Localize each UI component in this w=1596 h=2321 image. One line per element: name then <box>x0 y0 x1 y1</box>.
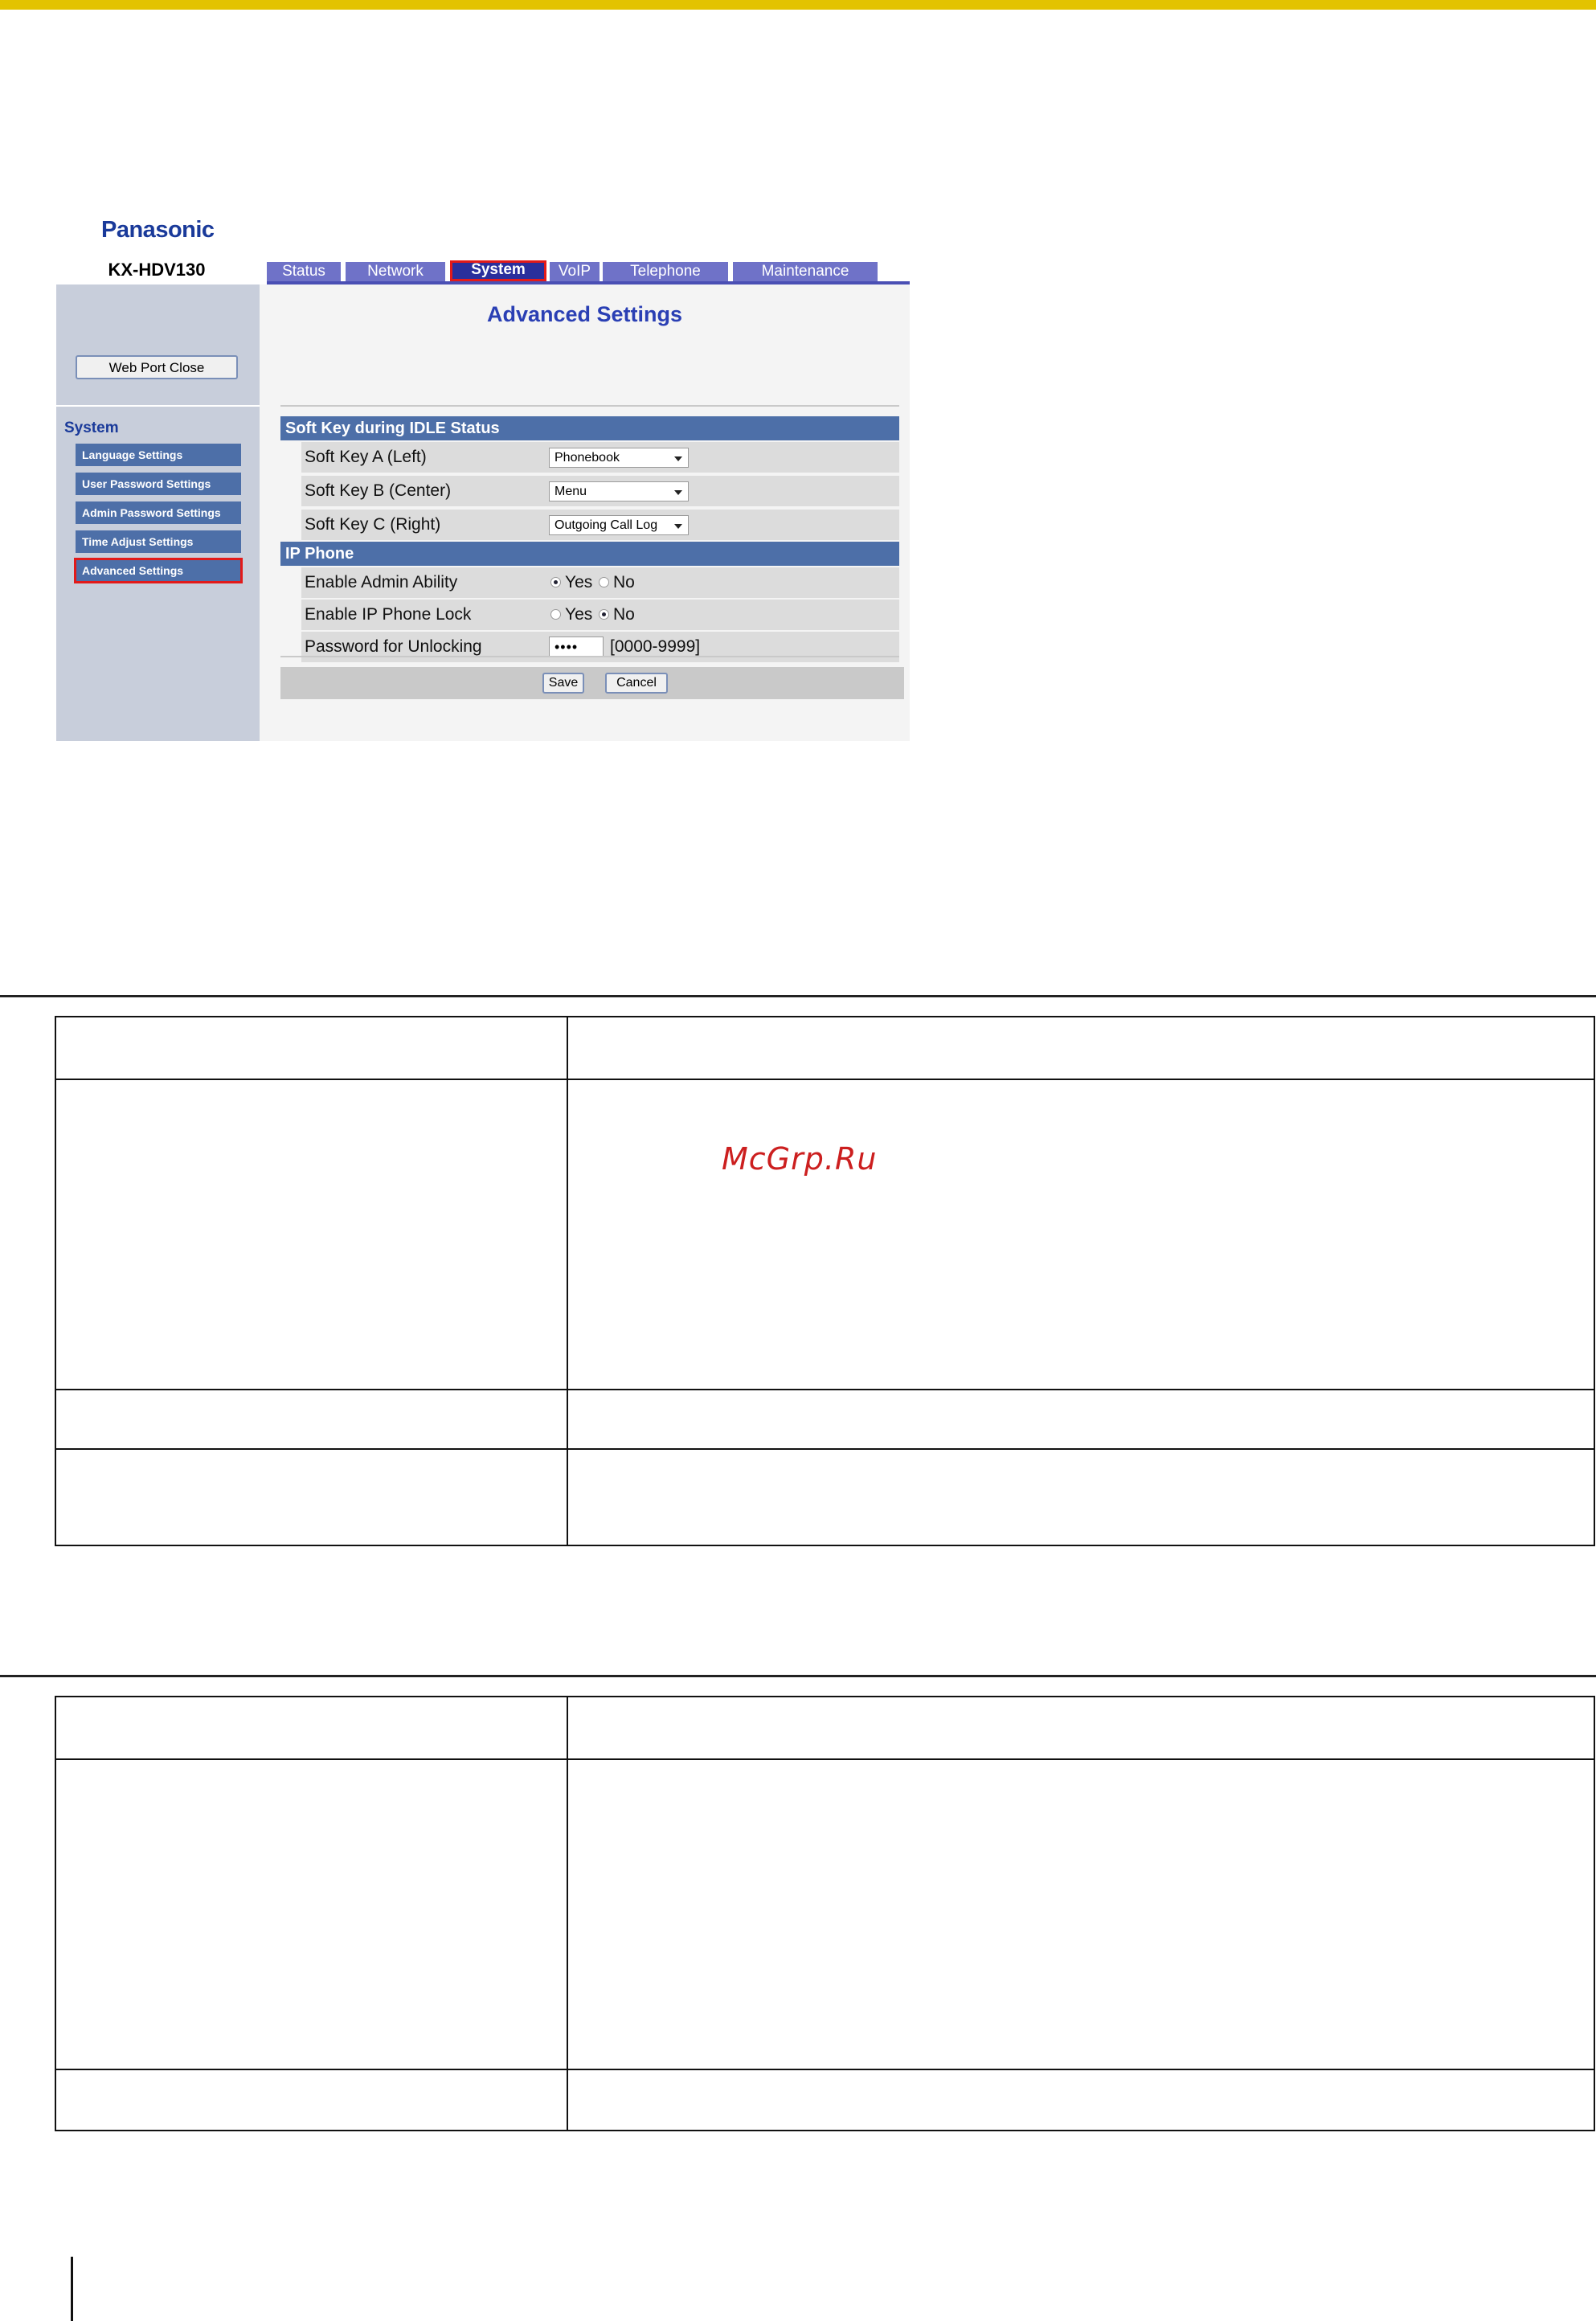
tab-system[interactable]: System <box>450 260 546 281</box>
sidebar-item-user-password-settings[interactable]: User Password Settings <box>76 473 241 495</box>
web-port-close-button[interactable]: Web Port Close <box>76 355 238 379</box>
table-row <box>55 1448 1595 1546</box>
footer-bar: Save Cancel <box>280 667 904 699</box>
save-button[interactable]: Save <box>542 673 584 694</box>
admin-ability-label: Enable Admin Ability <box>305 573 458 592</box>
tab-voip[interactable]: VoIP <box>550 262 600 281</box>
lock-no-radio[interactable] <box>599 609 609 620</box>
sidebar-item-language-settings[interactable]: Language Settings <box>76 444 241 466</box>
sidebar-item-time-adjust-settings[interactable]: Time Adjust Settings <box>76 530 241 553</box>
table-cell <box>567 1079 1595 1390</box>
soft-key-b-select[interactable]: Menu <box>549 481 689 501</box>
parameter-table-2 <box>55 1696 1595 2131</box>
sidebar: Web Port Close System Language Settings … <box>56 284 260 741</box>
table-cell <box>567 1389 1595 1450</box>
soft-key-a-label: Soft Key A (Left) <box>305 448 427 466</box>
table-row <box>55 2069 1595 2131</box>
row-soft-key-a: Soft Key A (Left) Phonebook <box>301 442 899 473</box>
chevron-down-icon <box>674 524 682 529</box>
section-rule-1 <box>0 995 1596 997</box>
lock-yes-radio[interactable] <box>550 609 561 620</box>
sidebar-section-title: System <box>64 420 119 436</box>
table-row <box>55 1758 1595 2070</box>
lock-yes-label: Yes <box>565 605 593 624</box>
password-input[interactable]: •••• <box>549 637 604 657</box>
sidebar-item-admin-password-settings[interactable]: Admin Password Settings <box>76 501 241 524</box>
tab-bar: Status Network System VoIP Telephone Mai… <box>267 260 910 281</box>
admin-yes-label: Yes <box>565 573 593 592</box>
table-cell <box>55 1448 568 1546</box>
admin-no-radio[interactable] <box>599 577 609 587</box>
watermark: McGrp.Ru <box>722 1141 878 1177</box>
soft-key-c-value: Outgoing Call Log <box>555 518 658 532</box>
soft-key-c-label: Soft Key C (Right) <box>305 515 441 534</box>
admin-no-label: No <box>613 573 635 592</box>
table-cell <box>55 2069 568 2131</box>
password-range: [0000-9999] <box>610 637 701 656</box>
table-cell <box>55 1696 568 1760</box>
row-soft-key-b: Soft Key B (Center) Menu <box>301 476 899 506</box>
divider-bottom <box>280 656 899 657</box>
tab-network[interactable]: Network <box>346 262 445 281</box>
page-margin-line <box>71 2257 73 2321</box>
web-ui-screenshot: Panasonic KX-HDV130 Status Network Syste… <box>56 211 910 741</box>
panasonic-logo: Panasonic <box>101 217 215 243</box>
soft-key-b-label: Soft Key B (Center) <box>305 481 452 500</box>
table-row <box>55 1389 1595 1450</box>
table-row <box>55 1016 1595 1080</box>
sidebar-item-advanced-settings[interactable]: Advanced Settings <box>74 558 243 583</box>
section-soft-key: Soft Key during IDLE Status <box>280 416 899 440</box>
table-cell <box>567 1696 1595 1760</box>
row-password-unlocking: Password for Unlocking •••• [0000-9999] <box>301 632 899 662</box>
table-cell <box>567 1758 1595 2070</box>
tab-telephone[interactable]: Telephone <box>603 262 728 281</box>
top-accent-bar <box>0 0 1596 10</box>
soft-key-c-select[interactable]: Outgoing Call Log <box>549 515 689 535</box>
divider-top <box>280 405 899 407</box>
soft-key-a-select[interactable]: Phonebook <box>549 448 689 468</box>
table-cell <box>55 1758 568 2070</box>
password-unlocking-label: Password for Unlocking <box>305 637 482 656</box>
table-cell <box>55 1016 568 1080</box>
table-row <box>55 1696 1595 1760</box>
section-ip-phone: IP Phone <box>280 542 899 566</box>
row-enable-ip-phone-lock: Enable IP Phone Lock Yes No <box>301 600 899 630</box>
table-cell <box>55 1389 568 1450</box>
soft-key-b-value: Menu <box>555 485 587 498</box>
main-panel: Advanced Settings Soft Key during IDLE S… <box>260 284 910 741</box>
section-rule-2 <box>0 1675 1596 1677</box>
parameter-table-1 <box>55 1016 1595 1546</box>
table-cell <box>567 1016 1595 1080</box>
model-name: KX-HDV130 <box>56 260 257 280</box>
admin-yes-radio[interactable] <box>550 577 561 587</box>
table-cell <box>567 1448 1595 1546</box>
lock-no-label: No <box>613 605 635 624</box>
chevron-down-icon <box>674 490 682 495</box>
row-soft-key-c: Soft Key C (Right) Outgoing Call Log <box>301 510 899 540</box>
tab-maintenance[interactable]: Maintenance <box>733 262 878 281</box>
ip-phone-lock-label: Enable IP Phone Lock <box>305 605 472 624</box>
tab-status[interactable]: Status <box>267 262 341 281</box>
cancel-button[interactable]: Cancel <box>605 673 668 694</box>
row-enable-admin-ability: Enable Admin Ability Yes No <box>301 567 899 598</box>
table-row <box>55 1079 1595 1390</box>
chevron-down-icon <box>674 456 682 461</box>
table-cell <box>567 2069 1595 2131</box>
sidebar-divider <box>56 405 260 407</box>
page-title: Advanced Settings <box>486 302 683 326</box>
soft-key-a-value: Phonebook <box>555 451 620 465</box>
table-cell <box>55 1079 568 1390</box>
